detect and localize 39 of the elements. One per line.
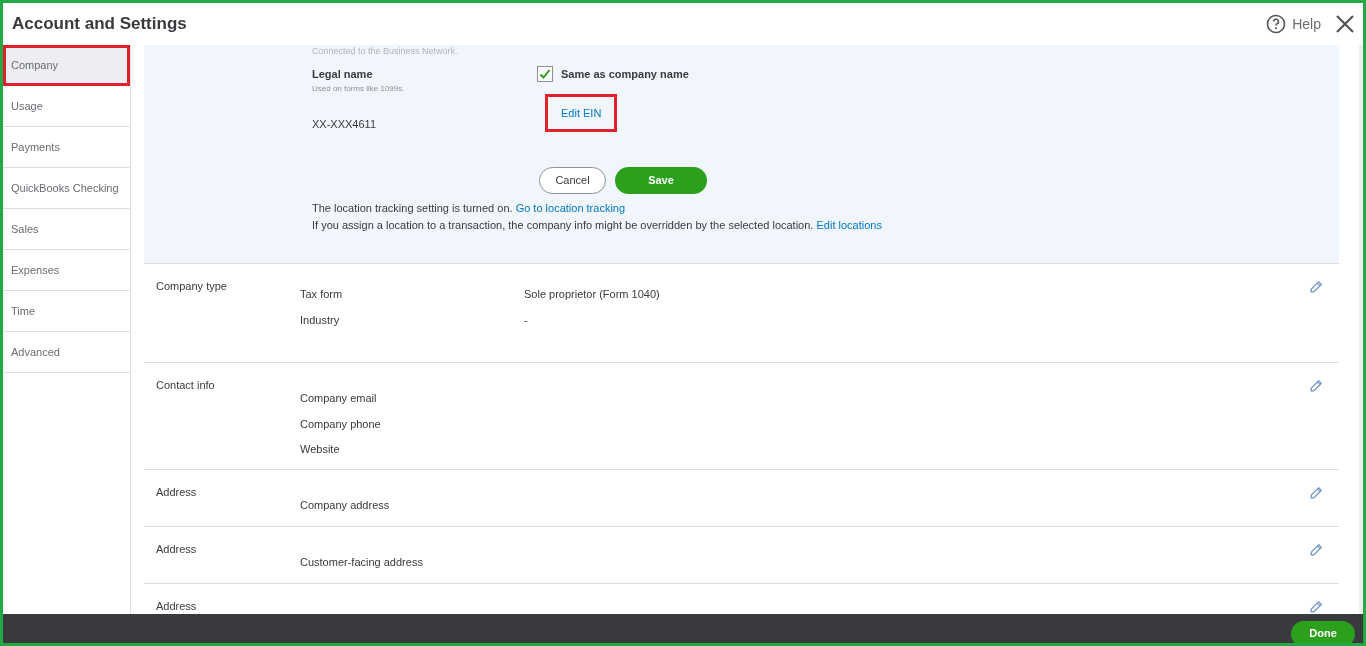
section-title: Address [155, 485, 198, 500]
window-title: Account and Settings [12, 13, 187, 36]
edit-ein-link[interactable]: Edit EIN [545, 93, 618, 132]
checkbox[interactable] [537, 66, 553, 83]
section-title: Address [155, 599, 198, 614]
help-icon [1266, 14, 1287, 34]
ein-value: XX-XXX4611 [312, 116, 377, 132]
pencil-icon[interactable] [1309, 280, 1323, 294]
pencil-icon[interactable] [1309, 600, 1323, 614]
field-value: Sole proprietor (Form 1040) [524, 287, 660, 302]
help-button[interactable]: Help [1266, 13, 1321, 35]
field-label: Tax form [300, 287, 344, 302]
location-tracking-link[interactable]: Go to location tracking [515, 202, 626, 214]
field-label: Website [300, 442, 341, 457]
field-label: Company address [300, 498, 391, 513]
save-button[interactable]: Save [615, 167, 707, 194]
field-label: Company phone [300, 416, 382, 432]
pencil-icon[interactable] [1309, 379, 1323, 393]
checkbox-label: Same as company name [561, 67, 689, 82]
section-title: Company type [155, 279, 228, 294]
sidebar-item[interactable]: Company [3, 45, 130, 86]
close-icon[interactable] [1335, 14, 1355, 34]
pencil-icon[interactable] [1309, 486, 1323, 500]
section-title: Contact info [155, 378, 216, 393]
field-label: Customer-facing address [300, 555, 424, 570]
check-icon [539, 68, 551, 81]
cancel-button[interactable]: Cancel [539, 167, 606, 194]
field-label: Industry [300, 312, 341, 328]
legal-name-hint: Used on forms like 1099s. [312, 82, 406, 95]
business-network-note: Connected to the Business Network. [312, 45, 458, 56]
section-title: Address [155, 542, 198, 557]
location-note: The location tracking setting is turned on. Go to location tracking [312, 201, 627, 216]
field-label: Company email [300, 391, 378, 406]
edit-locations-link[interactable]: Edit locations [816, 219, 882, 231]
legal-name-label: Legal name [312, 67, 374, 82]
done-button[interactable]: Done [1291, 620, 1355, 643]
pencil-icon[interactable] [1309, 543, 1323, 557]
field-value: - [524, 312, 528, 328]
location-override-note: If you assign a location to a transaction, the company info might be overridden by the selected location. Edit locations [312, 218, 883, 233]
